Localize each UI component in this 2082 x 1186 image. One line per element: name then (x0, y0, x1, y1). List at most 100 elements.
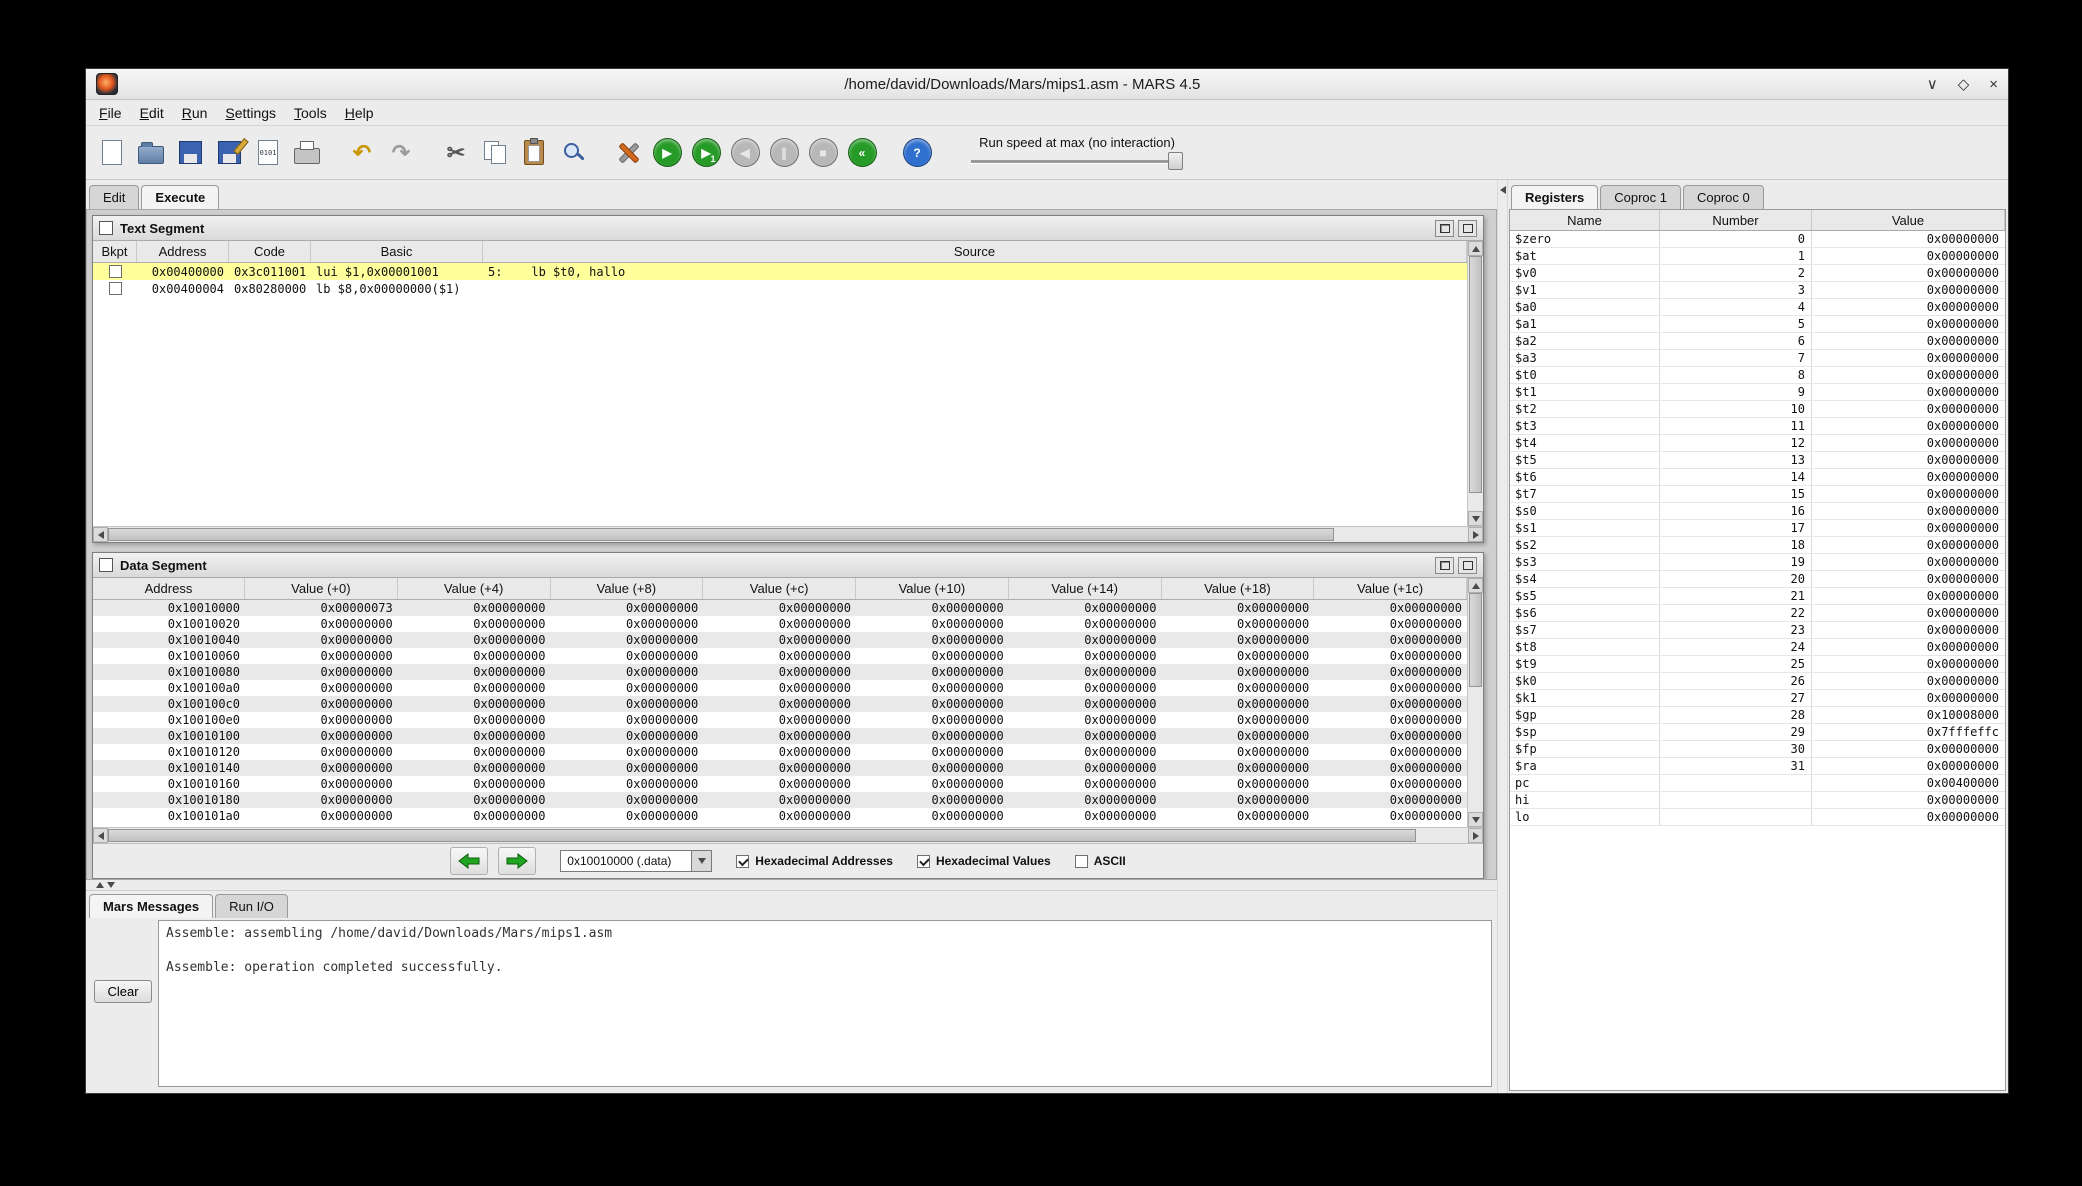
clear-button[interactable]: Clear (94, 980, 151, 1003)
register-row[interactable]: $sp290x7fffeffc (1510, 724, 2005, 741)
register-row[interactable]: $a370x00000000 (1510, 350, 2005, 367)
breakpoint-checkbox[interactable] (109, 282, 122, 295)
cut-button[interactable]: ✂ (438, 134, 474, 172)
undo-button[interactable]: ↶ (344, 134, 380, 172)
frame-restore-button[interactable] (1435, 220, 1454, 237)
register-row[interactable]: $t2100x00000000 (1510, 401, 2005, 418)
register-row[interactable]: hi0x00000000 (1510, 792, 2005, 809)
new-file-button[interactable] (94, 134, 130, 172)
tab-execute[interactable]: Execute (141, 185, 219, 209)
register-row[interactable]: $a150x00000000 (1510, 316, 2005, 333)
text-segment-vscroll[interactable] (1467, 241, 1483, 526)
register-row[interactable]: $a260x00000000 (1510, 333, 2005, 350)
register-row[interactable]: $t6140x00000000 (1510, 469, 2005, 486)
scroll-track[interactable] (108, 527, 1468, 542)
menu-help[interactable]: Help (336, 102, 383, 124)
help-button[interactable]: ? (899, 134, 935, 172)
scroll-thumb[interactable] (1469, 256, 1482, 493)
text-segment-row[interactable]: 0x004000040x80280000lb $8,0x00000000($1) (93, 280, 1467, 297)
menu-settings[interactable]: Settings (216, 102, 285, 124)
text-segment-hscroll[interactable] (93, 526, 1483, 542)
register-row[interactable]: $s3190x00000000 (1510, 554, 2005, 571)
register-row[interactable]: $s4200x00000000 (1510, 571, 2005, 588)
data-segment-titlebar[interactable]: Data Segment (93, 553, 1483, 578)
run-button[interactable]: ▶ (649, 134, 685, 172)
frame-restore-button[interactable] (1435, 557, 1454, 574)
checkbox-icon[interactable] (917, 855, 930, 868)
scroll-track[interactable] (1468, 256, 1483, 511)
menu-tools[interactable]: Tools (285, 102, 336, 124)
register-row[interactable]: pc0x00400000 (1510, 775, 2005, 792)
tab-coproc1[interactable]: Coproc 1 (1600, 185, 1681, 209)
reset-button[interactable]: « (844, 134, 880, 172)
scroll-left-button[interactable] (93, 527, 108, 542)
register-row[interactable]: $t080x00000000 (1510, 367, 2005, 384)
run-one-step-button[interactable]: ▶1 (688, 134, 724, 172)
register-row[interactable]: $t7150x00000000 (1510, 486, 2005, 503)
breakpoint-checkbox[interactable] (109, 265, 122, 278)
pause-button[interactable]: ∥ (766, 134, 802, 172)
data-segment-vscroll[interactable] (1467, 578, 1483, 827)
register-row[interactable]: $t8240x00000000 (1510, 639, 2005, 656)
scroll-left-button[interactable] (93, 828, 108, 843)
data-segment-row[interactable]: 0x100100600x000000000x000000000x00000000… (93, 648, 1467, 664)
scroll-thumb[interactable] (1469, 593, 1482, 687)
register-row[interactable]: $gp280x10008000 (1510, 707, 2005, 724)
assemble-button[interactable] (610, 134, 646, 172)
open-file-button[interactable] (133, 134, 169, 172)
ascii-checkbox[interactable]: ASCII (1075, 854, 1126, 868)
data-segment-row[interactable]: 0x100100400x000000000x000000000x00000000… (93, 632, 1467, 648)
stop-button[interactable]: ■ (805, 134, 841, 172)
register-row[interactable]: $ra310x00000000 (1510, 758, 2005, 775)
base-address-combobox[interactable]: 0x10010000 (.data) (560, 850, 692, 872)
vertical-splitter[interactable] (1497, 180, 1508, 1093)
splitter-collapse-left-icon[interactable] (1500, 186, 1506, 194)
data-segment-row[interactable]: 0x100100000x000000730x000000000x00000000… (93, 600, 1467, 616)
frame-maximize-button[interactable] (1458, 557, 1477, 574)
register-row[interactable]: $k1270x00000000 (1510, 690, 2005, 707)
scroll-track[interactable] (108, 828, 1468, 843)
messages-text[interactable]: Assemble: assembling /home/david/Downloa… (158, 920, 1492, 1087)
find-replace-button[interactable] (555, 134, 591, 172)
combobox-dropdown-button[interactable] (692, 850, 712, 872)
next-data-button[interactable] (498, 847, 536, 875)
data-segment-row[interactable]: 0x100100c00x000000000x000000000x00000000… (93, 696, 1467, 712)
scroll-right-button[interactable] (1468, 828, 1483, 843)
tab-mars-messages[interactable]: Mars Messages (89, 894, 213, 918)
shade-icon[interactable]: ∨ (1927, 77, 1938, 92)
tab-registers[interactable]: Registers (1511, 185, 1598, 209)
save-file-button[interactable] (172, 134, 208, 172)
paste-button[interactable] (516, 134, 552, 172)
save-as-button[interactable] (211, 134, 247, 172)
slider-track[interactable] (971, 160, 1183, 163)
data-segment-row[interactable]: 0x100100e00x000000000x000000000x00000000… (93, 712, 1467, 728)
tab-coproc0[interactable]: Coproc 0 (1683, 185, 1764, 209)
register-row[interactable]: $t190x00000000 (1510, 384, 2005, 401)
register-row[interactable]: lo0x00000000 (1510, 809, 2005, 826)
print-button[interactable] (289, 134, 325, 172)
scroll-track[interactable] (1468, 593, 1483, 812)
step-backward-button[interactable]: ◀ (727, 134, 763, 172)
data-segment-hscroll[interactable] (93, 827, 1483, 843)
dump-memory-button[interactable]: 0101 (250, 134, 286, 172)
checkbox-icon[interactable] (1075, 855, 1088, 868)
data-segment-row[interactable]: 0x100101600x000000000x000000000x00000000… (93, 776, 1467, 792)
data-segment-row[interactable]: 0x100101000x000000000x000000000x00000000… (93, 728, 1467, 744)
register-row[interactable]: $k0260x00000000 (1510, 673, 2005, 690)
menu-edit[interactable]: Edit (131, 102, 173, 124)
register-row[interactable]: $t9250x00000000 (1510, 656, 2005, 673)
register-row[interactable]: $t4120x00000000 (1510, 435, 2005, 452)
frame-maximize-button[interactable] (1458, 220, 1477, 237)
register-row[interactable]: $s1170x00000000 (1510, 520, 2005, 537)
register-row[interactable]: $a040x00000000 (1510, 299, 2005, 316)
register-row[interactable]: $at10x00000000 (1510, 248, 2005, 265)
hex-addresses-checkbox[interactable]: Hexadecimal Addresses (736, 854, 893, 868)
close-icon[interactable]: × (1989, 77, 1998, 92)
register-row[interactable]: $s7230x00000000 (1510, 622, 2005, 639)
splitter-expand-down-icon[interactable] (107, 882, 115, 888)
register-row[interactable]: $s5210x00000000 (1510, 588, 2005, 605)
tab-edit[interactable]: Edit (89, 185, 139, 209)
data-segment-row[interactable]: 0x100101800x000000000x000000000x00000000… (93, 792, 1467, 808)
slider-thumb[interactable] (1168, 152, 1183, 170)
register-row[interactable]: $v130x00000000 (1510, 282, 2005, 299)
